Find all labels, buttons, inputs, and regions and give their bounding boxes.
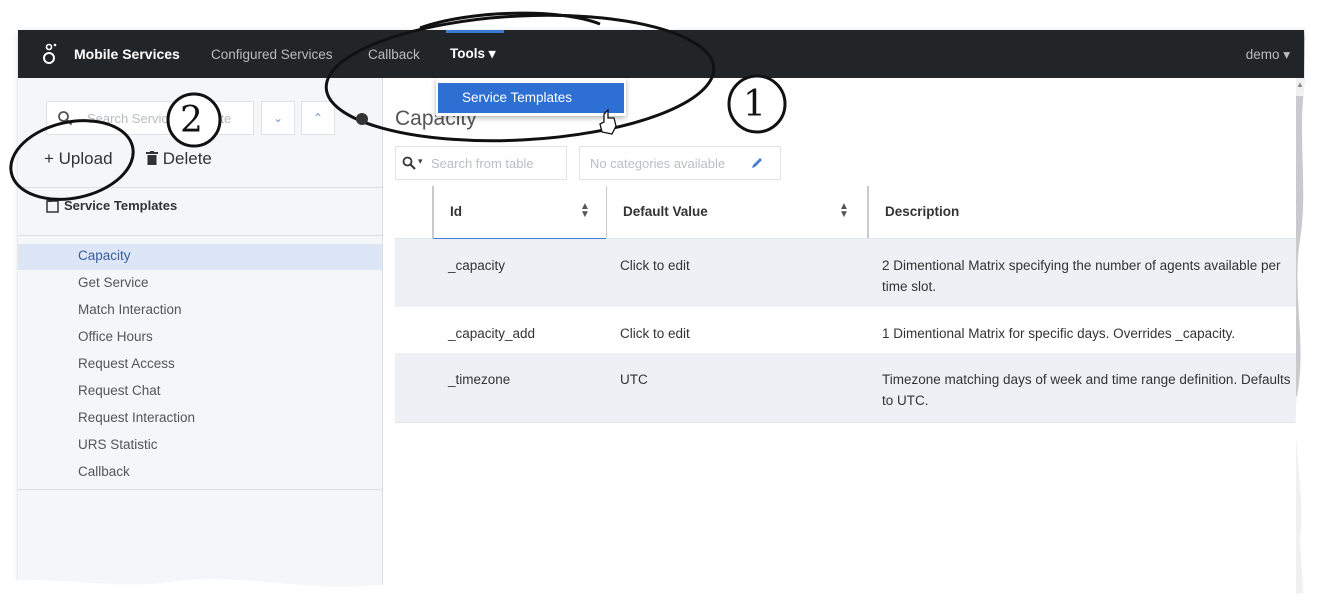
divider bbox=[18, 489, 382, 490]
cell-default-value[interactable]: UTC bbox=[620, 369, 648, 390]
divider bbox=[18, 235, 382, 236]
chevron-down-icon[interactable]: ▾ bbox=[418, 156, 423, 167]
sort-icon[interactable]: ▲ ▼ bbox=[580, 202, 590, 220]
search-placeholder: Search Service Template bbox=[87, 111, 232, 126]
table-divider bbox=[395, 422, 1304, 423]
table-row[interactable]: _capacity_add Click to edit 1 Dimentiona… bbox=[395, 307, 1304, 353]
column-header-description[interactable]: Description bbox=[867, 186, 1304, 238]
nav-tools-menu[interactable]: Tools ▾ bbox=[450, 46, 496, 62]
search-icon bbox=[58, 111, 73, 126]
table-search-input[interactable]: ▾ Search from table bbox=[395, 146, 567, 180]
cell-default-value[interactable]: Click to edit bbox=[620, 323, 690, 344]
delete-label: Delete bbox=[162, 149, 212, 168]
table-header: Id ▲ ▼ Default Value ▲ ▼ Description bbox=[395, 186, 1304, 240]
column-header-default-value[interactable]: Default Value ▲ ▼ bbox=[606, 186, 867, 238]
list-item[interactable]: Match Interaction bbox=[18, 298, 382, 324]
upload-button[interactable]: + Upload bbox=[44, 149, 113, 169]
pencil-icon[interactable] bbox=[750, 156, 764, 170]
list-item[interactable]: Request Chat bbox=[18, 379, 382, 405]
list-item[interactable]: Request Interaction bbox=[18, 406, 382, 432]
app-window: Mobile Services Configured Services Call… bbox=[18, 30, 1304, 600]
top-nav-bar: Mobile Services Configured Services Call… bbox=[18, 30, 1304, 78]
scrollbar-thumb[interactable] bbox=[1296, 96, 1304, 396]
categories-placeholder: No categories available bbox=[590, 156, 726, 171]
annotation-number-1: 1 bbox=[743, 84, 766, 125]
group-label: Service Templates bbox=[64, 198, 178, 213]
nav-callback[interactable]: Callback bbox=[368, 47, 420, 62]
menu-item-service-templates[interactable]: Service Templates bbox=[438, 83, 624, 113]
delete-button[interactable]: Delete bbox=[146, 149, 212, 169]
cell-id: _capacity bbox=[448, 258, 506, 273]
list-item[interactable]: Get Service bbox=[18, 271, 382, 297]
cell-id: _timezone bbox=[448, 372, 511, 387]
tools-dropdown-menu: Service Templates bbox=[436, 78, 626, 116]
genesys-logo-icon bbox=[43, 43, 57, 64]
sort-icon[interactable]: ▲ ▼ bbox=[839, 202, 849, 220]
column-header-id[interactable]: Id ▲ ▼ bbox=[432, 186, 606, 240]
tools-active-indicator bbox=[446, 30, 504, 33]
cell-id: _capacity_add bbox=[448, 326, 536, 341]
list-item[interactable]: Callback bbox=[18, 460, 382, 486]
trash-icon bbox=[146, 151, 158, 165]
annotation-number-2: 2 bbox=[180, 100, 203, 141]
categories-field[interactable]: No categories available bbox=[579, 146, 781, 180]
cell-description: 1 Dimentional Matrix for specific days. … bbox=[882, 326, 1236, 341]
table-row[interactable]: _timezone UTC Timezone matching days of … bbox=[395, 353, 1304, 422]
divider bbox=[18, 187, 382, 188]
collapse-all-button[interactable]: ⌄ bbox=[261, 101, 295, 135]
expand-all-button[interactable]: ⌃ bbox=[301, 101, 335, 135]
search-icon bbox=[402, 156, 416, 170]
scroll-up-icon[interactable]: ▲ bbox=[1296, 80, 1304, 89]
cell-default-value[interactable]: Click to edit bbox=[620, 255, 690, 276]
brand-title[interactable]: Mobile Services bbox=[74, 46, 180, 62]
folder-icon bbox=[46, 199, 59, 213]
table-row[interactable]: _capacity Click to edit 2 Dimentional Ma… bbox=[395, 239, 1304, 307]
main-panel: Capacity ▾ Search from table No categori… bbox=[383, 78, 1304, 600]
list-item[interactable]: Office Hours bbox=[18, 325, 382, 351]
table-search-placeholder: Search from table bbox=[431, 156, 534, 171]
sidebar: Search Service Template ⌄ ⌃ + Upload Del… bbox=[18, 78, 383, 600]
service-template-search-input[interactable]: Search Service Template bbox=[46, 101, 254, 135]
annotation-stroke bbox=[419, 11, 601, 30]
user-menu[interactable]: demo ▾ bbox=[1246, 47, 1290, 63]
list-item[interactable]: Capacity bbox=[18, 244, 382, 270]
list-item[interactable]: Request Access bbox=[18, 352, 382, 378]
list-item[interactable]: URS Statistic bbox=[18, 433, 382, 459]
service-templates-group[interactable]: Service Templates bbox=[46, 198, 177, 213]
vertical-scrollbar[interactable]: ▲ bbox=[1296, 78, 1304, 600]
nav-configured-services[interactable]: Configured Services bbox=[211, 47, 333, 62]
cell-description: Timezone matching days of week and time … bbox=[882, 372, 1291, 408]
cell-description: 2 Dimentional Matrix specifying the numb… bbox=[882, 258, 1281, 294]
